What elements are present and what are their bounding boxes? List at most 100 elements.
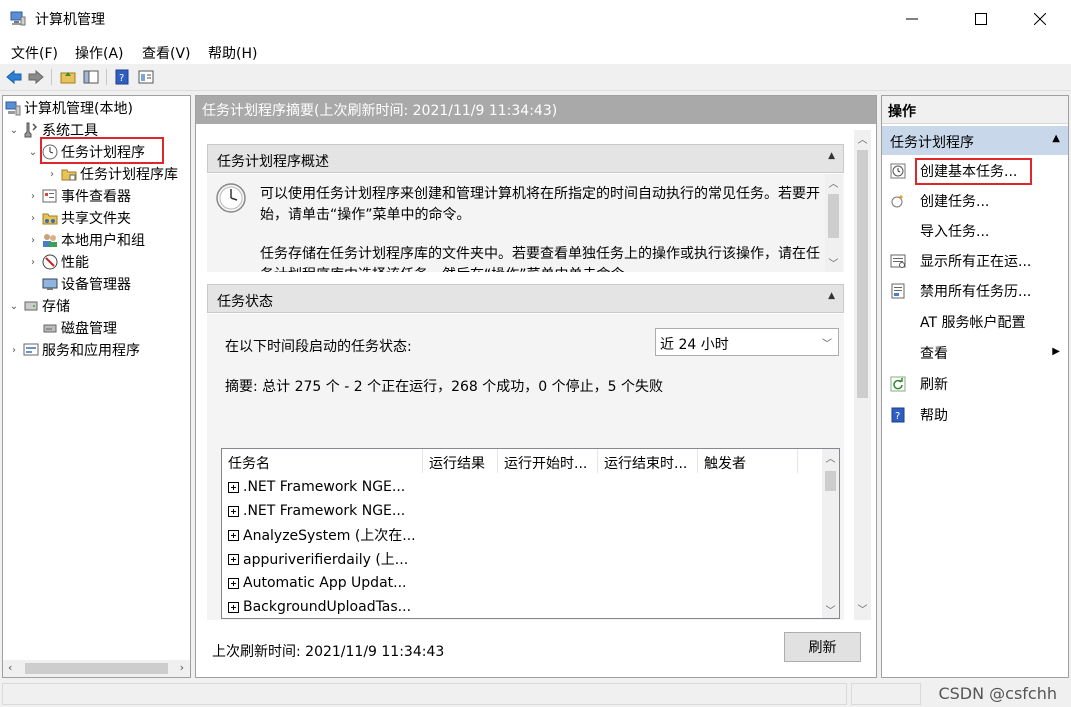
expand-icon[interactable] <box>228 481 239 493</box>
forward-button[interactable] <box>27 68 45 86</box>
tree-item-event-viewer[interactable]: › 事件查看器 <box>26 185 131 207</box>
minimize-button[interactable] <box>889 0 935 38</box>
menu-help[interactable]: 帮助(H) <box>208 43 257 63</box>
table-row[interactable]: AnalyzeSystem (上次在... <box>228 523 416 547</box>
actions-title: 操作 <box>882 96 1068 124</box>
tree-horizontal-scrollbar[interactable]: ‹ › <box>3 660 190 677</box>
scroll-thumb[interactable] <box>825 471 836 491</box>
expand-icon[interactable] <box>228 601 239 613</box>
table-row[interactable]: appuriverifierdaily (上... <box>228 547 408 571</box>
scroll-thumb[interactable] <box>25 663 168 674</box>
minimize-icon <box>906 18 918 20</box>
collapse-icon[interactable]: ▲ <box>1052 133 1060 144</box>
action-at-service-account[interactable]: AT 服务帐户配置 <box>882 307 1068 337</box>
collapse-icon[interactable]: ▲ <box>828 291 835 301</box>
properties-button[interactable] <box>137 68 155 86</box>
tree-item-task-scheduler-library[interactable]: › 任务计划程序库 <box>45 163 178 185</box>
tools-icon <box>23 122 39 138</box>
disable-history-icon <box>890 283 906 299</box>
action-create-task[interactable]: 创建任务... <box>882 186 1068 216</box>
action-help[interactable]: ? 帮助 <box>882 400 1068 430</box>
tree-item-performance[interactable]: › 性能 <box>26 251 89 273</box>
scroll-up-icon[interactable]: ︿ <box>854 130 871 147</box>
up-folder-button[interactable] <box>59 68 77 86</box>
computer-management-icon <box>5 100 21 116</box>
help-icon: ? <box>890 407 906 423</box>
chevron-right-icon[interactable]: › <box>26 189 40 203</box>
scroll-left-icon[interactable]: ‹ <box>8 661 12 674</box>
help-button[interactable]: ? <box>113 68 131 86</box>
actions-section-header[interactable]: 任务计划程序 ▲ <box>882 126 1068 155</box>
scroll-up-icon[interactable]: ︿ <box>822 449 839 466</box>
menu-view[interactable]: 查看(V) <box>142 43 191 63</box>
scroll-right-icon[interactable]: › <box>180 661 184 674</box>
table-row[interactable]: BackgroundUploadTas... <box>228 595 411 618</box>
column-end-time[interactable]: 运行结束时... <box>598 449 698 473</box>
chevron-down-icon[interactable]: ⌄ <box>7 123 21 137</box>
scroll-thumb[interactable] <box>857 150 868 398</box>
table-row[interactable]: .NET Framework NGE... <box>228 475 405 499</box>
tree-label: 服务和应用程序 <box>42 343 140 359</box>
expand-icon[interactable] <box>228 577 239 589</box>
chevron-down-icon: ﹀ <box>822 339 832 350</box>
period-select[interactable]: 近 24 小时 ﹀ <box>655 328 839 356</box>
column-start-time[interactable]: 运行开始时... <box>498 449 598 473</box>
menu-file[interactable]: 文件(F) <box>11 43 58 63</box>
column-trigger[interactable]: 触发者 <box>698 449 798 473</box>
expand-icon[interactable] <box>228 553 239 565</box>
chevron-down-icon[interactable]: ⌄ <box>26 145 40 159</box>
tree-item-local-users-groups[interactable]: › 本地用户和组 <box>26 229 145 251</box>
tree-item-services-apps[interactable]: › 服务和应用程序 <box>7 339 140 361</box>
submenu-arrow-icon: ▶ <box>1052 346 1060 357</box>
close-button[interactable] <box>1017 0 1063 38</box>
scroll-up-icon[interactable]: ︿ <box>825 174 842 191</box>
show-hide-tree-button[interactable] <box>82 68 100 86</box>
scroll-thumb[interactable] <box>828 194 839 238</box>
tree-label: 事件查看器 <box>61 189 131 205</box>
chevron-down-icon[interactable]: ⌄ <box>7 299 21 313</box>
tree-item-device-manager[interactable]: 设备管理器 <box>40 273 131 295</box>
task-list-scrollbar[interactable]: ︿ ﹀ <box>822 449 839 618</box>
action-refresh[interactable]: 刷新 <box>882 369 1068 399</box>
refresh-button[interactable]: 刷新 <box>784 632 861 662</box>
collapse-icon[interactable]: ▲ <box>828 151 835 161</box>
status-section-header[interactable]: 任务状态 ▲ <box>207 284 844 313</box>
overview-section-header[interactable]: 任务计划程序概述 ▲ <box>207 144 844 173</box>
chevron-right-icon[interactable]: › <box>45 167 59 181</box>
scroll-down-icon[interactable]: ﹀ <box>822 601 839 618</box>
chevron-right-icon[interactable]: › <box>7 343 21 357</box>
scroll-down-icon[interactable]: ﹀ <box>825 254 842 271</box>
actions-section-label: 任务计划程序 <box>890 135 974 151</box>
tree-item-computer-management[interactable]: 计算机管理(本地) <box>5 97 133 119</box>
chevron-right-icon[interactable]: › <box>26 233 40 247</box>
create-basic-task-icon <box>890 163 906 179</box>
column-task-name[interactable]: 任务名 <box>222 449 423 473</box>
tree-label: 本地用户和组 <box>61 233 145 249</box>
overview-scrollbar[interactable]: ︿ ﹀ <box>825 174 842 272</box>
main-scrollbar[interactable]: ︿ ﹀ <box>854 130 871 620</box>
scroll-down-icon[interactable]: ﹀ <box>854 600 871 617</box>
svg-text:?: ? <box>119 73 124 84</box>
expand-icon[interactable] <box>228 529 239 541</box>
action-import-task[interactable]: 导入任务... <box>882 216 1068 246</box>
arrow-right-icon <box>28 70 44 84</box>
action-show-running[interactable]: 显示所有正在运... <box>882 246 1068 276</box>
table-row[interactable]: .NET Framework NGE... <box>228 499 405 523</box>
column-result[interactable]: 运行结果 <box>423 449 498 473</box>
tree-item-storage[interactable]: ⌄ 存储 <box>7 295 70 317</box>
action-disable-history[interactable]: 禁用所有任务历... <box>882 276 1068 306</box>
overview-body: 可以使用任务计划程序来创建和管理计算机将在所指定的时间自动执行的常见任务。若要开… <box>207 174 844 272</box>
menu-action[interactable]: 操作(A) <box>75 43 124 63</box>
expand-icon[interactable] <box>228 505 239 517</box>
maximize-button[interactable] <box>958 0 1004 38</box>
back-button[interactable] <box>5 68 23 86</box>
tree-item-disk-management[interactable]: 磁盘管理 <box>40 317 117 339</box>
console-tree: 计算机管理(本地) ⌄ 系统工具 ⌄ 任务计划程序 › 任务计划程序库 › 事件… <box>2 95 191 678</box>
chevron-right-icon[interactable]: › <box>26 255 40 269</box>
clock-icon <box>216 183 246 213</box>
tree-item-shared-folders[interactable]: › 共享文件夹 <box>26 207 131 229</box>
action-view[interactable]: 查看 ▶ <box>882 338 1068 368</box>
chevron-right-icon[interactable]: › <box>26 211 40 225</box>
table-row[interactable]: Automatic App Updat... <box>228 571 407 595</box>
properties-icon <box>138 70 154 84</box>
